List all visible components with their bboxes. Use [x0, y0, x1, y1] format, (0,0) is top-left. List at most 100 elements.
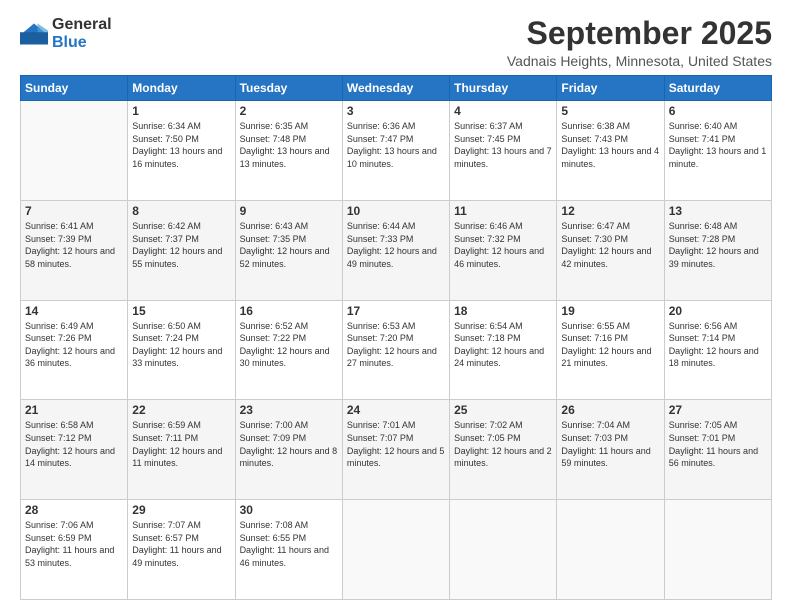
table-row: 13 Sunrise: 6:48 AMSunset: 7:28 PMDayligh… [664, 200, 771, 300]
day-info: Sunrise: 6:53 AMSunset: 7:20 PMDaylight:… [347, 320, 445, 370]
col-thursday: Thursday [450, 76, 557, 101]
day-number: 23 [240, 403, 338, 417]
day-number: 30 [240, 503, 338, 517]
table-row [450, 500, 557, 600]
table-row: 30 Sunrise: 7:08 AMSunset: 6:55 PMDayligh… [235, 500, 342, 600]
day-number: 24 [347, 403, 445, 417]
day-number: 27 [669, 403, 767, 417]
day-info: Sunrise: 6:40 AMSunset: 7:41 PMDaylight:… [669, 120, 767, 170]
day-number: 4 [454, 104, 552, 118]
table-row: 18 Sunrise: 6:54 AMSunset: 7:18 PMDayligh… [450, 300, 557, 400]
day-number: 17 [347, 304, 445, 318]
day-number: 16 [240, 304, 338, 318]
table-row: 3 Sunrise: 6:36 AMSunset: 7:47 PMDaylight… [342, 101, 449, 201]
day-info: Sunrise: 6:50 AMSunset: 7:24 PMDaylight:… [132, 320, 230, 370]
table-row: 1 Sunrise: 6:34 AMSunset: 7:50 PMDaylight… [128, 101, 235, 201]
col-saturday: Saturday [664, 76, 771, 101]
day-info: Sunrise: 6:49 AMSunset: 7:26 PMDaylight:… [25, 320, 123, 370]
day-info: Sunrise: 6:47 AMSunset: 7:30 PMDaylight:… [561, 220, 659, 270]
day-number: 1 [132, 104, 230, 118]
day-info: Sunrise: 7:08 AMSunset: 6:55 PMDaylight:… [240, 519, 338, 569]
table-row [664, 500, 771, 600]
day-number: 29 [132, 503, 230, 517]
table-row: 11 Sunrise: 6:46 AMSunset: 7:32 PMDayligh… [450, 200, 557, 300]
table-row: 24Sunrise: 7:01 AMSunset: 7:07 PMDayligh… [342, 400, 449, 500]
day-info: Sunrise: 6:52 AMSunset: 7:22 PMDaylight:… [240, 320, 338, 370]
day-number: 5 [561, 104, 659, 118]
table-row: 28 Sunrise: 7:06 AMSunset: 6:59 PMDayligh… [21, 500, 128, 600]
table-row: 7Sunrise: 6:41 AMSunset: 7:39 PMDaylight… [21, 200, 128, 300]
day-number: 11 [454, 204, 552, 218]
day-number: 7 [25, 204, 123, 218]
table-row: 26 Sunrise: 7:04 AMSunset: 7:03 PMDayligh… [557, 400, 664, 500]
day-number: 15 [132, 304, 230, 318]
day-number: 28 [25, 503, 123, 517]
table-row [342, 500, 449, 600]
logo: General Blue [20, 16, 112, 51]
day-info: Sunrise: 7:02 AMSunset: 7:05 PMDaylight:… [454, 419, 552, 469]
day-number: 21 [25, 403, 123, 417]
day-number: 9 [240, 204, 338, 218]
day-number: 22 [132, 403, 230, 417]
day-info: Sunrise: 6:43 AMSunset: 7:35 PMDaylight:… [240, 220, 338, 270]
table-row: 6 Sunrise: 6:40 AMSunset: 7:41 PMDaylight… [664, 101, 771, 201]
day-info: Sunrise: 6:56 AMSunset: 7:14 PMDaylight:… [669, 320, 767, 370]
table-row: 2Sunrise: 6:35 AMSunset: 7:48 PMDaylight… [235, 101, 342, 201]
day-info: Sunrise: 6:42 AMSunset: 7:37 PMDaylight:… [132, 220, 230, 270]
day-info: Sunrise: 7:00 AMSunset: 7:09 PMDaylight:… [240, 419, 338, 469]
calendar-week-3: 14 Sunrise: 6:49 AMSunset: 7:26 PMDayligh… [21, 300, 772, 400]
table-row: 25 Sunrise: 7:02 AMSunset: 7:05 PMDayligh… [450, 400, 557, 500]
logo-text: General Blue [52, 16, 112, 51]
day-number: 14 [25, 304, 123, 318]
day-info: Sunrise: 6:58 AMSunset: 7:12 PMDaylight:… [25, 419, 123, 469]
col-tuesday: Tuesday [235, 76, 342, 101]
day-info: Sunrise: 6:37 AMSunset: 7:45 PMDaylight:… [454, 120, 552, 170]
table-row: 10Sunrise: 6:44 AMSunset: 7:33 PMDayligh… [342, 200, 449, 300]
table-row [557, 500, 664, 600]
day-info: Sunrise: 6:34 AMSunset: 7:50 PMDaylight:… [132, 120, 230, 170]
table-row: 29Sunrise: 7:07 AMSunset: 6:57 PMDayligh… [128, 500, 235, 600]
day-info: Sunrise: 6:38 AMSunset: 7:43 PMDaylight:… [561, 120, 659, 170]
day-info: Sunrise: 7:04 AMSunset: 7:03 PMDaylight:… [561, 419, 659, 469]
table-row: 16 Sunrise: 6:52 AMSunset: 7:22 PMDayligh… [235, 300, 342, 400]
day-number: 19 [561, 304, 659, 318]
day-number: 10 [347, 204, 445, 218]
table-row: 20 Sunrise: 6:56 AMSunset: 7:14 PMDayligh… [664, 300, 771, 400]
day-info: Sunrise: 6:55 AMSunset: 7:16 PMDaylight:… [561, 320, 659, 370]
day-number: 26 [561, 403, 659, 417]
calendar-subtitle: Vadnais Heights, Minnesota, United State… [507, 53, 772, 69]
header: General Blue September 2025 Vadnais Heig… [20, 16, 772, 69]
day-number: 13 [669, 204, 767, 218]
col-wednesday: Wednesday [342, 76, 449, 101]
day-number: 3 [347, 104, 445, 118]
table-row: 4 Sunrise: 6:37 AMSunset: 7:45 PMDaylight… [450, 101, 557, 201]
day-number: 12 [561, 204, 659, 218]
table-row: 8 Sunrise: 6:42 AMSunset: 7:37 PMDaylight… [128, 200, 235, 300]
day-info: Sunrise: 6:54 AMSunset: 7:18 PMDaylight:… [454, 320, 552, 370]
day-info: Sunrise: 6:46 AMSunset: 7:32 PMDaylight:… [454, 220, 552, 270]
calendar-week-4: 21 Sunrise: 6:58 AMSunset: 7:12 PMDayligh… [21, 400, 772, 500]
day-info: Sunrise: 6:36 AMSunset: 7:47 PMDaylight:… [347, 120, 445, 170]
day-number: 8 [132, 204, 230, 218]
col-monday: Monday [128, 76, 235, 101]
day-info: Sunrise: 6:48 AMSunset: 7:28 PMDaylight:… [669, 220, 767, 270]
day-number: 18 [454, 304, 552, 318]
calendar-week-1: 1 Sunrise: 6:34 AMSunset: 7:50 PMDaylight… [21, 101, 772, 201]
day-number: 20 [669, 304, 767, 318]
col-friday: Friday [557, 76, 664, 101]
day-number: 25 [454, 403, 552, 417]
table-row: 19 Sunrise: 6:55 AMSunset: 7:16 PMDayligh… [557, 300, 664, 400]
table-row: 17 Sunrise: 6:53 AMSunset: 7:20 PMDayligh… [342, 300, 449, 400]
logo-icon [20, 20, 48, 48]
header-row: Sunday Monday Tuesday Wednesday Thursday… [21, 76, 772, 101]
table-row: 27Sunrise: 7:05 AMSunset: 7:01 PMDayligh… [664, 400, 771, 500]
day-info: Sunrise: 6:35 AMSunset: 7:48 PMDaylight:… [240, 120, 338, 170]
title-block: September 2025 Vadnais Heights, Minnesot… [507, 16, 772, 69]
table-row: 5 Sunrise: 6:38 AMSunset: 7:43 PMDaylight… [557, 101, 664, 201]
table-row: 22Sunrise: 6:59 AMSunset: 7:11 PMDayligh… [128, 400, 235, 500]
table-row: 15 Sunrise: 6:50 AMSunset: 7:24 PMDayligh… [128, 300, 235, 400]
table-row [21, 101, 128, 201]
day-number: 6 [669, 104, 767, 118]
calendar-table: Sunday Monday Tuesday Wednesday Thursday… [20, 75, 772, 600]
day-info: Sunrise: 7:06 AMSunset: 6:59 PMDaylight:… [25, 519, 123, 569]
